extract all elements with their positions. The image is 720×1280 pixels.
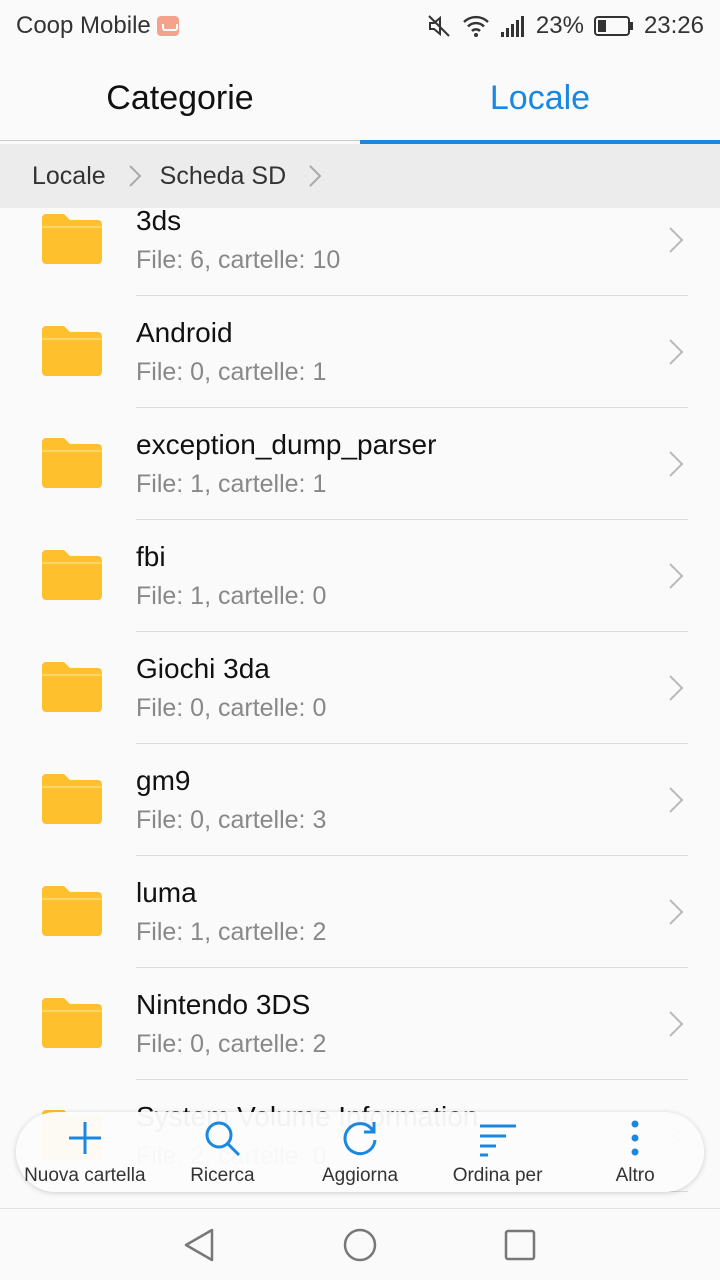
list-item[interactable]: fbi File: 1, cartelle: 0 xyxy=(0,511,720,632)
toolbar-label: Altro xyxy=(615,1165,655,1186)
toolbar-label: Ricerca xyxy=(190,1165,255,1186)
status-bar: Coop Mobile 23% 23:26 xyxy=(0,0,720,52)
tab-locale[interactable]: Locale xyxy=(360,52,720,144)
folder-meta: File: 1, cartelle: 2 xyxy=(136,918,327,946)
chevron-right-icon xyxy=(308,164,322,188)
list-item[interactable]: gm9 File: 0, cartelle: 3 xyxy=(0,735,720,856)
search-icon xyxy=(202,1112,242,1163)
recents-icon[interactable] xyxy=(502,1227,538,1263)
toolbar-label: Aggiorna xyxy=(321,1165,399,1186)
tab-categorie[interactable]: Categorie xyxy=(0,52,360,144)
list-item[interactable]: luma File: 1, cartelle: 2 xyxy=(0,847,720,968)
tab-label: Locale xyxy=(489,78,591,117)
folder-meta: File: 0, cartelle: 0 xyxy=(136,694,327,722)
navigation-bar xyxy=(0,1208,720,1280)
folder-name: Giochi 3da xyxy=(136,653,270,684)
list-item[interactable]: exception_dump_parser File: 1, cartelle: … xyxy=(0,399,720,520)
folder-name: gm9 xyxy=(136,765,191,796)
chevron-right-icon xyxy=(666,225,686,255)
folder-name: Android xyxy=(136,317,233,348)
folder-icon xyxy=(40,548,104,602)
folder-name: exception_dump_parser xyxy=(136,429,437,460)
chevron-right-icon xyxy=(666,673,686,703)
chevron-right-icon xyxy=(128,164,142,188)
folder-name: fbi xyxy=(136,541,166,572)
more-vertical-icon xyxy=(615,1112,655,1163)
toolbar-label: Ordina per xyxy=(452,1165,543,1186)
new-folder-button[interactable]: Nuova cartella xyxy=(16,1112,154,1192)
list-item[interactable]: Giochi 3da File: 0, cartelle: 0 xyxy=(0,623,720,744)
back-icon[interactable] xyxy=(182,1227,218,1263)
wifi-icon xyxy=(462,14,490,38)
folder-icon xyxy=(40,212,104,266)
status-left: Coop Mobile xyxy=(16,12,179,40)
tab-label: Categorie xyxy=(106,78,254,117)
battery-percentage: 23% xyxy=(535,12,584,39)
folder-meta: File: 0, cartelle: 2 xyxy=(136,1030,327,1058)
refresh-button[interactable]: Aggiorna xyxy=(291,1112,429,1192)
mute-icon xyxy=(426,13,452,39)
chevron-right-icon xyxy=(666,337,686,367)
folder-icon xyxy=(40,772,104,826)
sim-icon xyxy=(156,16,179,36)
folder-icon xyxy=(40,884,104,938)
breadcrumb-locale[interactable]: Locale xyxy=(32,162,106,191)
signal-icon xyxy=(500,14,526,38)
chevron-right-icon xyxy=(666,785,686,815)
folder-name: Nintendo 3DS xyxy=(136,989,311,1020)
folder-icon xyxy=(40,324,104,378)
folder-icon xyxy=(40,436,104,490)
refresh-icon xyxy=(340,1112,380,1163)
more-button[interactable]: Altro xyxy=(566,1112,704,1192)
sort-icon xyxy=(478,1112,518,1163)
status-right: 23% 23:26 xyxy=(426,12,704,40)
folder-meta: File: 1, cartelle: 0 xyxy=(136,582,327,610)
tab-divider xyxy=(0,140,360,141)
folder-meta: File: 0, cartelle: 1 xyxy=(136,358,327,386)
tab-bar: Categorie Locale xyxy=(0,52,720,144)
folder-meta: File: 6, cartelle: 10 xyxy=(136,246,341,274)
chevron-right-icon xyxy=(666,561,686,591)
folder-meta: File: 0, cartelle: 3 xyxy=(136,806,327,834)
carrier-name: Coop Mobile xyxy=(16,12,151,39)
chevron-right-icon xyxy=(666,897,686,927)
folder-meta: File: 1, cartelle: 1 xyxy=(136,470,327,498)
search-button[interactable]: Ricerca xyxy=(154,1112,292,1192)
chevron-right-icon xyxy=(666,1009,686,1039)
battery-icon xyxy=(593,15,634,37)
list-item[interactable]: Android File: 0, cartelle: 1 xyxy=(0,287,720,408)
list-item[interactable]: Nintendo 3DS File: 0, cartelle: 2 xyxy=(0,959,720,1080)
folder-name: luma xyxy=(136,877,197,908)
plus-icon xyxy=(65,1112,105,1163)
clock: 23:26 xyxy=(643,12,704,39)
breadcrumb-scheda-sd[interactable]: Scheda SD xyxy=(160,162,286,191)
toolbar-label: Nuova cartella xyxy=(24,1165,146,1186)
chevron-right-icon xyxy=(666,449,686,479)
file-list[interactable]: 3ds File: 6, cartelle: 10 Android File: 0, … xyxy=(0,208,720,1208)
breadcrumb: Locale Scheda SD xyxy=(0,144,720,208)
list-item[interactable]: 3ds File: 6, cartelle: 10 xyxy=(0,208,720,296)
folder-icon xyxy=(40,660,104,714)
sort-button[interactable]: Ordina per xyxy=(429,1112,567,1192)
folder-icon xyxy=(40,996,104,1050)
home-icon[interactable] xyxy=(342,1227,378,1263)
bottom-toolbar: Nuova cartella Ricerca Aggiorna Ordina p… xyxy=(16,1112,704,1192)
folder-name: 3ds xyxy=(136,208,182,236)
